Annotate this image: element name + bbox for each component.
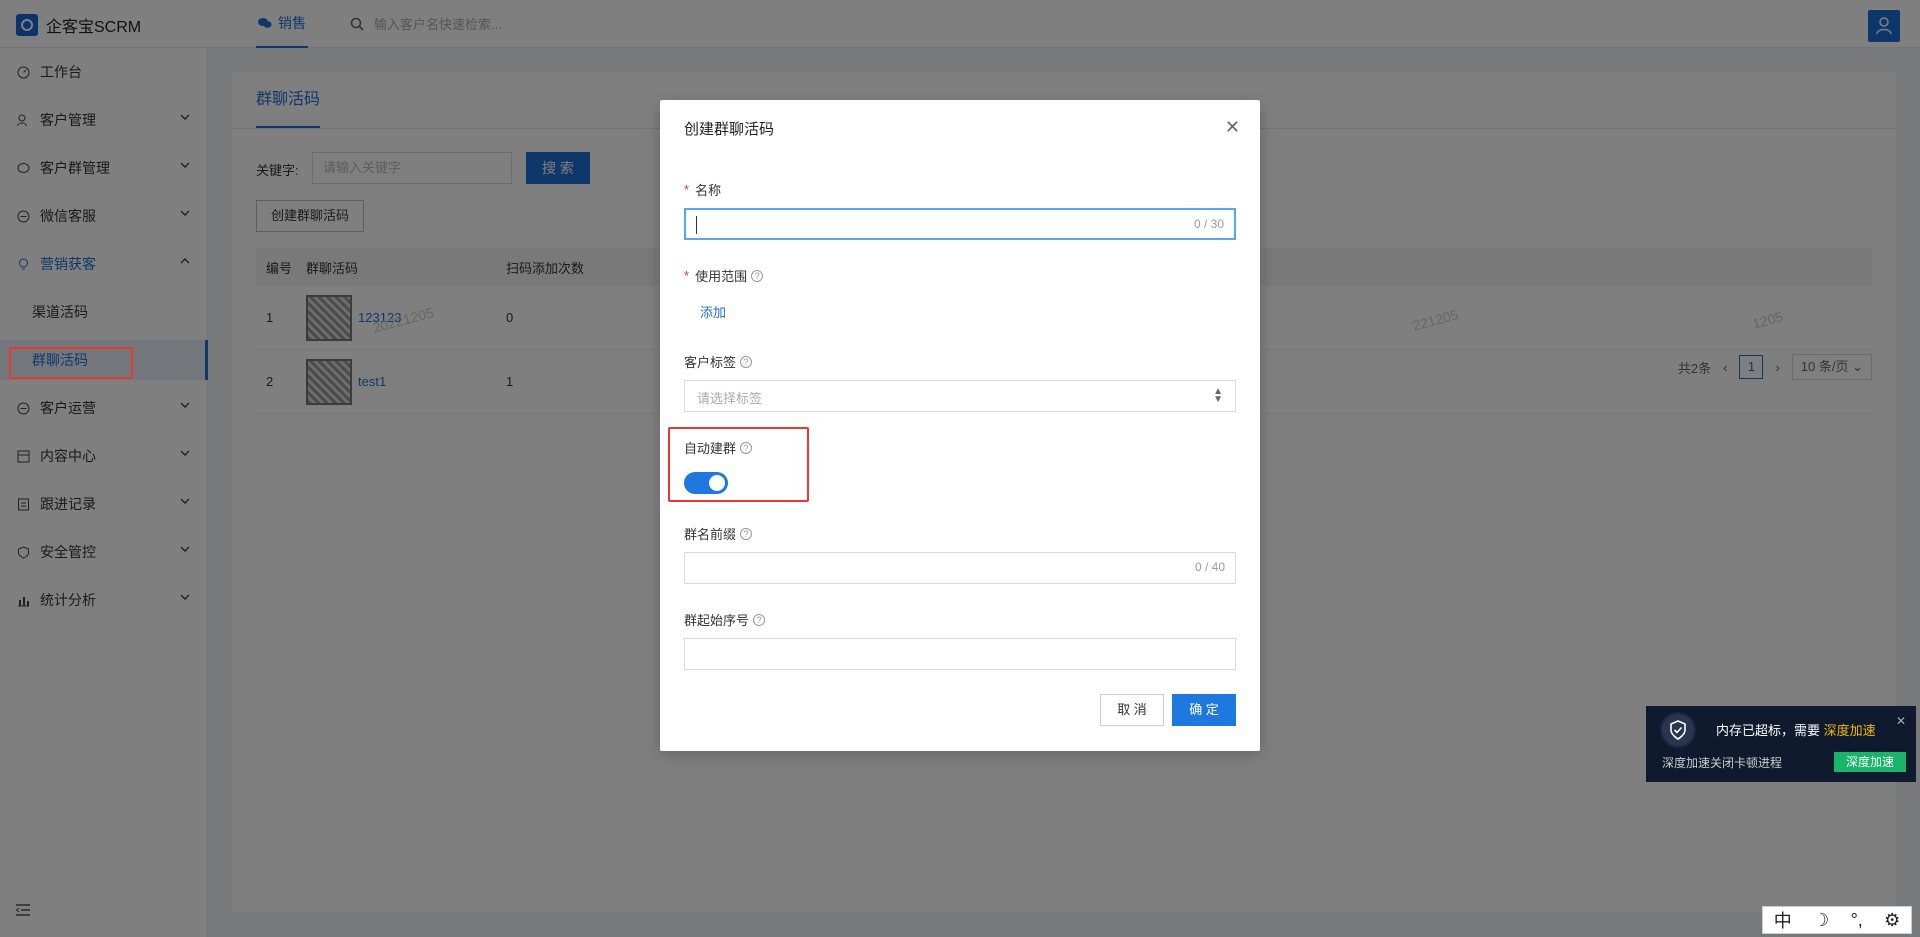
notification-subtext: 深度加速关闭卡顿进程 [1662,756,1783,770]
highlight-sidebar-group-code [9,347,133,379]
deep-accelerate-button[interactable]: 深度加速 [1834,752,1906,772]
scope-label-text: 使用范围 [695,269,748,284]
cancel-button[interactable]: 取 消 [1100,694,1164,726]
help-icon[interactable]: ? [753,613,766,626]
ime-toolbar: 中 ☽ °, ⚙ [1762,906,1912,934]
name-label-text: 名称 [695,183,722,198]
name-input[interactable]: 0 / 30 [684,208,1236,240]
gear-icon[interactable]: ⚙ [1884,910,1900,931]
prefix-char-count: 0 / 40 [1194,560,1225,574]
punctuation-icon[interactable]: °, [1851,910,1863,931]
prefix-input[interactable]: 0 / 40 [684,552,1236,584]
confirm-button[interactable]: 确 定 [1172,694,1236,726]
name-char-count: 0 / 30 [1193,217,1224,231]
prefix-label: 群名前缀 ? [684,524,753,543]
required-mark: * [684,182,690,197]
memory-notification: 内存已超标，需要 深度加速 ✕ 深度加速关闭卡顿进程 深度加速 [1646,706,1916,782]
tag-placeholder: 请选择标签 [697,391,763,406]
help-icon[interactable]: ? [740,355,753,368]
create-group-code-dialog: 创建群聊活码 ✕ * 名称 0 / 30 * 使用范围 ? 添加 客户标签 ? … [660,100,1260,751]
help-icon[interactable]: ? [740,527,753,540]
sort-arrows-icon: ▲ ▼ [1213,386,1223,405]
tag-label: 客户标签 ? [684,352,753,371]
tag-select[interactable]: 请选择标签 ▲ ▼ [684,380,1236,412]
add-scope-link[interactable]: 添加 [700,302,726,321]
tag-label-text: 客户标签 [684,355,737,370]
close-icon[interactable]: ✕ [1896,714,1906,728]
dialog-title: 创建群聊活码 [684,121,775,138]
start-number-label: 群起始序号 ? [684,610,766,629]
close-icon[interactable]: ✕ [1225,118,1240,136]
highlight-auto-group [668,427,809,502]
start-number-label-text: 群起始序号 [684,613,750,628]
moon-icon[interactable]: ☽ [1813,910,1829,931]
prefix-label-text: 群名前缀 [684,527,737,542]
notification-highlight[interactable]: 深度加速 [1824,723,1876,738]
help-icon[interactable]: ? [751,269,764,282]
text-caret [696,216,697,234]
name-label: * 名称 [684,180,721,199]
shield-icon [1660,712,1696,748]
ime-mode[interactable]: 中 [1774,907,1792,933]
notification-message: 内存已超标，需要 [1716,723,1821,738]
required-mark: * [684,268,690,283]
start-number-input[interactable] [684,638,1236,670]
notification-text: 内存已超标，需要 深度加速 [1716,720,1876,739]
scope-label: * 使用范围 ? [684,266,764,285]
